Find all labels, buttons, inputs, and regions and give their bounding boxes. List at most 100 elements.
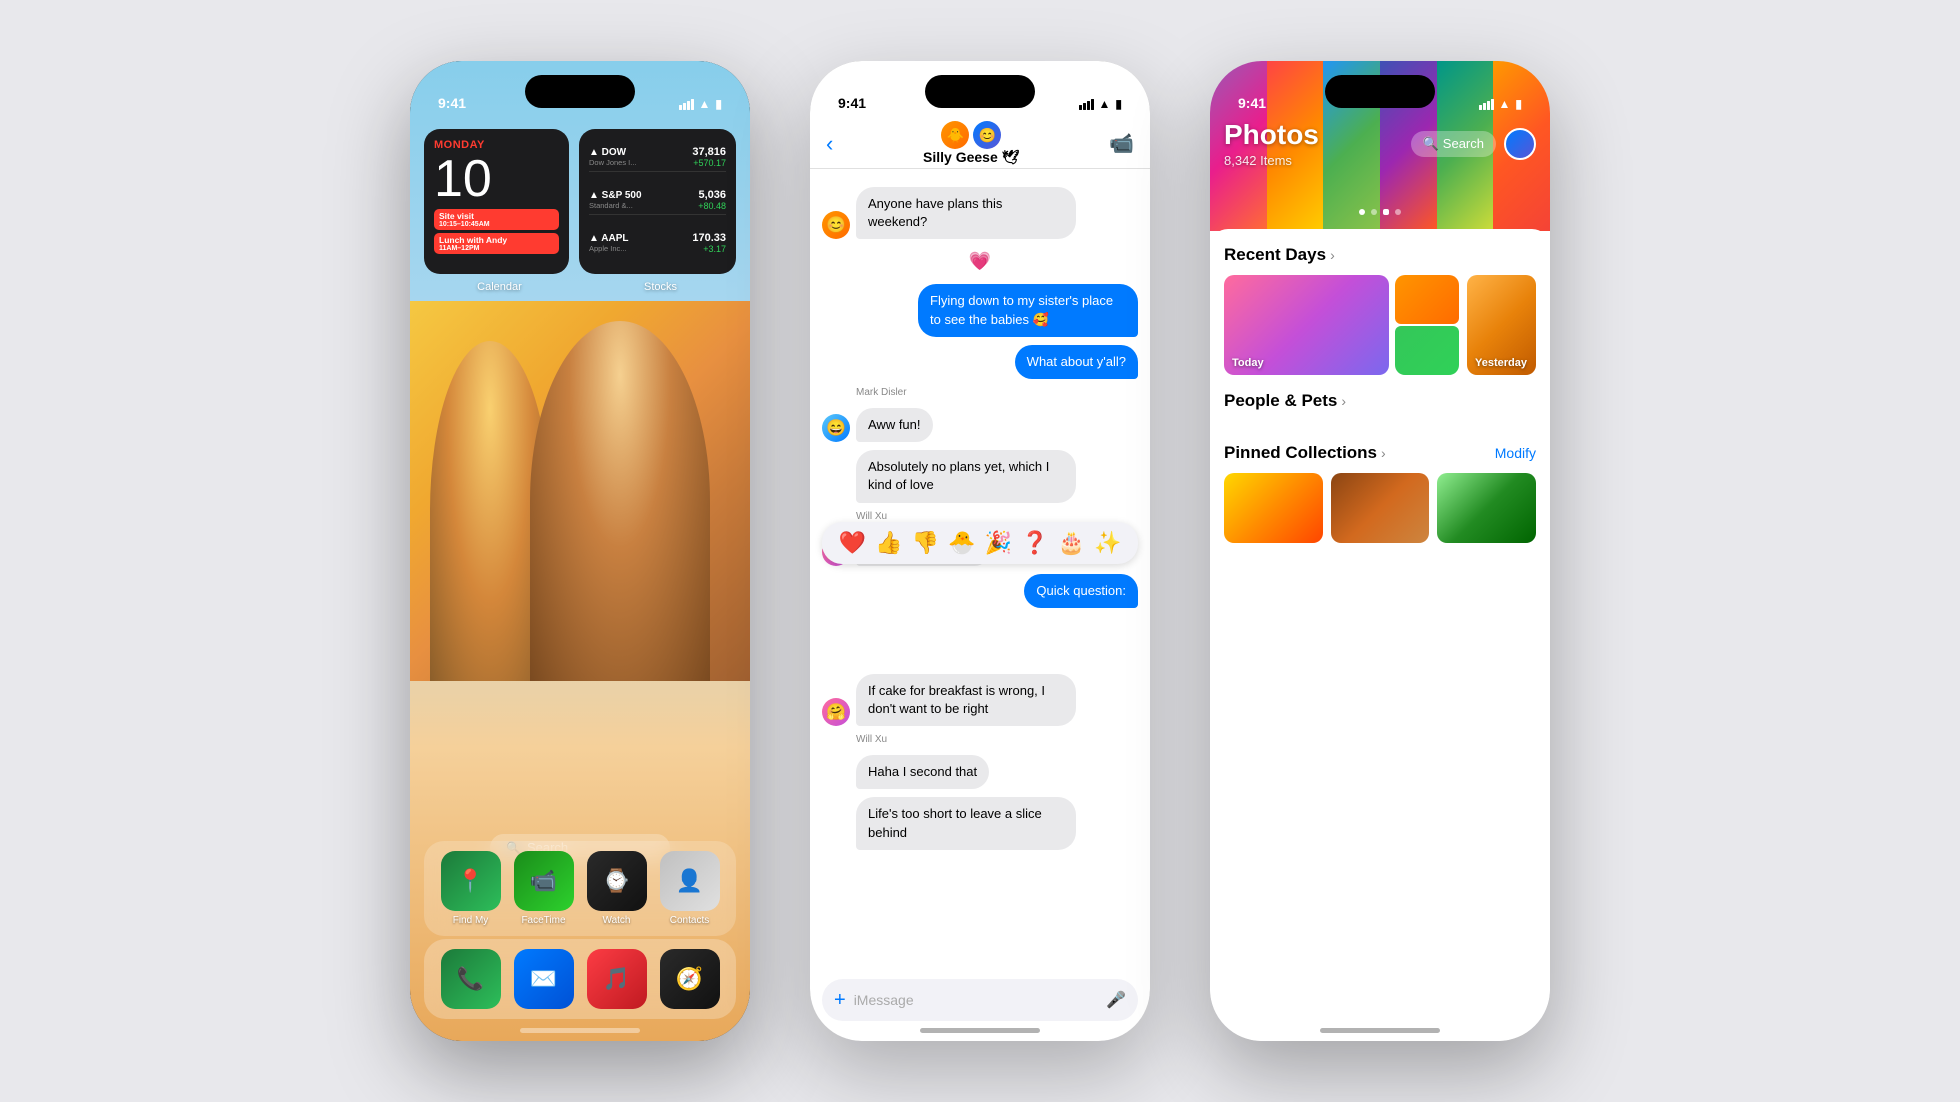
recent-days-row: Today Yesterday bbox=[1224, 275, 1536, 375]
app-phone[interactable]: 📞 bbox=[441, 949, 501, 1009]
app-mail[interactable]: ✉️ bbox=[514, 949, 574, 1009]
dot-1[interactable] bbox=[1359, 209, 1365, 215]
yesterday-group: Yesterday bbox=[1467, 275, 1536, 375]
chat-name[interactable]: Silly Geese 🕊 bbox=[923, 149, 1019, 166]
tapback-chick[interactable]: 🐣 bbox=[948, 530, 975, 556]
cal-event-1[interactable]: Site visit 10:15–10:45AM bbox=[434, 209, 559, 230]
tapback-more[interactable]: ✨ bbox=[1094, 530, 1121, 556]
pinned-card-2[interactable] bbox=[1331, 473, 1430, 543]
stocks-widget[interactable]: ▲ DOWDow Jones I... 37,816+570.17 ▲ S&P … bbox=[579, 129, 736, 274]
dot-4[interactable] bbox=[1395, 209, 1401, 215]
app-row-1-bg: 📍 Find My 📹 FaceTime ⌚ Watch 👤 Contacts bbox=[424, 841, 736, 936]
back-button[interactable]: ‹ bbox=[826, 131, 833, 157]
avatar-mark: 😄 bbox=[822, 414, 850, 442]
msg-10: Life's too short to leave a slice behind bbox=[822, 797, 1138, 849]
app-contacts[interactable]: 👤 Contacts bbox=[660, 851, 720, 926]
battery-icon-3: ▮ bbox=[1515, 97, 1522, 111]
pinned-header: Pinned Collections › Modify bbox=[1224, 443, 1536, 463]
view-mode-dots bbox=[1210, 209, 1550, 215]
recent-days-title: Recent Days bbox=[1224, 245, 1326, 265]
people-title-group: People & Pets › bbox=[1224, 391, 1346, 411]
widget-labels: Calendar Stocks bbox=[424, 281, 736, 293]
pinned-chevron[interactable]: › bbox=[1381, 445, 1386, 461]
status-icons-1: ▲ ▮ bbox=[679, 97, 723, 111]
bottom-dock: 📞 ✉️ 🎵 🧭 bbox=[424, 939, 736, 1019]
modify-button[interactable]: Modify bbox=[1495, 445, 1536, 461]
msg-7: Quick question: bbox=[822, 574, 1138, 608]
app-findmy[interactable]: 📍 Find My bbox=[441, 851, 501, 926]
pinned-title-group: Pinned Collections › bbox=[1224, 443, 1386, 463]
wifi-icon: ▲ bbox=[699, 97, 711, 111]
group-avatar: 🐥 bbox=[941, 121, 969, 149]
contacts-label: Contacts bbox=[670, 915, 709, 926]
app-watch[interactable]: ⌚ Watch bbox=[587, 851, 647, 926]
signal-icon-3 bbox=[1479, 99, 1494, 110]
pinned-card-3[interactable] bbox=[1437, 473, 1536, 543]
status-icons-3: ▲ ▮ bbox=[1479, 97, 1523, 111]
app-facetime[interactable]: 📹 FaceTime bbox=[514, 851, 574, 926]
sub-photo-1[interactable] bbox=[1395, 275, 1459, 324]
app-row-1: 📍 Find My 📹 FaceTime ⌚ Watch 👤 Contacts bbox=[424, 851, 736, 926]
people-grid: 👥 Amit Maya bbox=[1224, 421, 1536, 427]
imessage-plus-icon[interactable]: + bbox=[834, 989, 846, 1012]
widgets-area: MONDAY 10 Site visit 10:15–10:45AM Lunch… bbox=[424, 129, 736, 274]
cal-event-2[interactable]: Lunch with Andy 11AM–12PM bbox=[434, 233, 559, 254]
signal-icon-2 bbox=[1079, 99, 1094, 110]
pinned-card-1[interactable] bbox=[1224, 473, 1323, 543]
msg-1: 😊 Anyone have plans this weekend? bbox=[822, 187, 1138, 239]
phone-2: 9:41 ▲ ▮ ‹ 🐥 😊 S bbox=[810, 61, 1150, 1041]
photos-body: Recent Days › Today bbox=[1210, 229, 1550, 1041]
tapback-cake[interactable]: 🎂 bbox=[1058, 530, 1085, 556]
tapback-bar: ❤️ 👍 👎 🐣 🎉 ❓ 🎂 ✨ bbox=[822, 522, 1138, 564]
time-1: 9:41 bbox=[438, 95, 466, 111]
battery-icon: ▮ bbox=[715, 97, 722, 111]
recent-days-chevron[interactable]: › bbox=[1330, 247, 1335, 263]
music-icon: 🎵 bbox=[587, 949, 647, 1009]
messages-nav: ‹ 🐥 😊 Silly Geese 🕊 📹 bbox=[810, 119, 1150, 169]
app-row-2: 📞 ✉️ 🎵 🧭 bbox=[424, 949, 736, 1009]
msg-2: Flying down to my sister's place to see … bbox=[822, 284, 1138, 336]
app-music[interactable]: 🎵 bbox=[587, 949, 647, 1009]
status-icons-2: ▲ ▮ bbox=[1079, 97, 1123, 111]
facetime-icon: 📹 bbox=[514, 851, 574, 911]
today-card[interactable]: Today bbox=[1224, 275, 1389, 375]
bubble-10: Life's too short to leave a slice behind bbox=[856, 797, 1076, 849]
battery-icon-2: ▮ bbox=[1115, 97, 1122, 111]
people-chevron[interactable]: › bbox=[1341, 393, 1346, 409]
phone-1: 9:41 ▲ ▮ MONDAY 10 Site bbox=[410, 61, 750, 1041]
video-call-button[interactable]: 📹 bbox=[1109, 131, 1134, 156]
recent-days-title-group: Recent Days › bbox=[1224, 245, 1335, 265]
signal-icon bbox=[679, 99, 694, 110]
group-avatar-2: 😊 bbox=[973, 121, 1001, 149]
imessage-placeholder[interactable]: iMessage bbox=[854, 992, 1098, 1008]
sub-photo-2[interactable] bbox=[1395, 326, 1459, 375]
app-compass[interactable]: 🧭 bbox=[660, 949, 720, 1009]
tapback-heart[interactable]: ❤️ bbox=[839, 530, 866, 556]
mic-icon[interactable]: 🎤 bbox=[1106, 990, 1126, 1010]
tapback-thumbsdown[interactable]: 👎 bbox=[912, 530, 939, 556]
msg-4: 😄 Aww fun! bbox=[822, 408, 1138, 442]
calendar-date: 10 bbox=[434, 153, 559, 205]
dot-2[interactable] bbox=[1371, 209, 1377, 215]
imessage-input-bar[interactable]: + iMessage 🎤 bbox=[822, 979, 1138, 1021]
tapback-question[interactable]: ❓ bbox=[1021, 530, 1048, 556]
watch-label: Watch bbox=[603, 915, 631, 926]
recent-days-header: Recent Days › bbox=[1224, 245, 1536, 265]
photos-nav: Photos 8,342 Items 🔍 Search bbox=[1224, 119, 1536, 168]
photos-user-avatar[interactable] bbox=[1504, 128, 1536, 160]
tapback-thumbsup[interactable]: 👍 bbox=[875, 530, 902, 556]
calendar-widget[interactable]: MONDAY 10 Site visit 10:15–10:45AM Lunch… bbox=[424, 129, 569, 274]
bubble-4: Aww fun! bbox=[856, 408, 933, 442]
photos-nav-actions: 🔍 Search bbox=[1411, 128, 1536, 160]
photos-title: Photos bbox=[1224, 119, 1319, 151]
sender-mark: Mark Disler bbox=[856, 387, 1138, 398]
calendar-label: Calendar bbox=[424, 281, 575, 293]
avatar-1: 😊 bbox=[822, 211, 850, 239]
stock-row-3: ▲ AAPLApple Inc... 170.33+3.17 bbox=[589, 232, 726, 257]
bubble-9: Haha I second that bbox=[856, 755, 989, 789]
tapback-party[interactable]: 🎉 bbox=[985, 530, 1012, 556]
yesterday-card[interactable]: Yesterday bbox=[1467, 275, 1536, 375]
photos-search-button[interactable]: 🔍 Search bbox=[1411, 131, 1496, 157]
chat-header: 🐥 😊 Silly Geese 🕊 bbox=[923, 121, 1019, 166]
dot-grid[interactable] bbox=[1383, 209, 1389, 215]
